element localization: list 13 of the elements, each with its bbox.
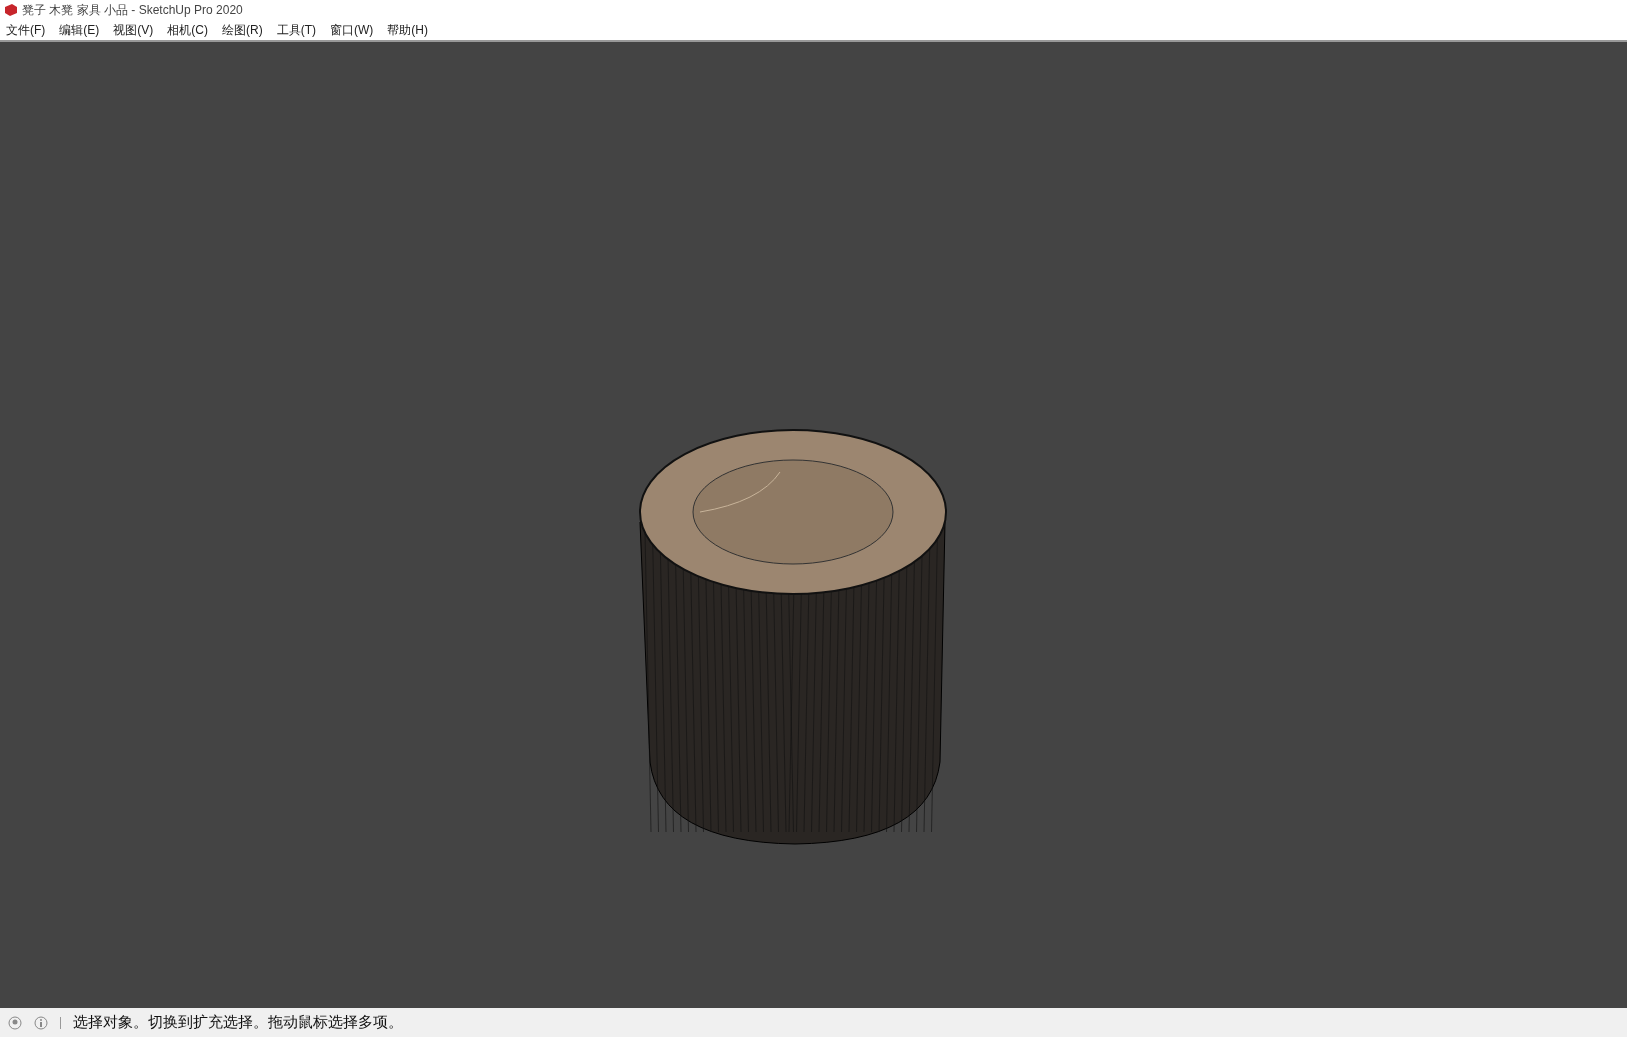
menu-item[interactable]: 编辑(E) [59, 21, 100, 39]
menu-item[interactable]: 窗口(W) [330, 21, 374, 39]
menu-item[interactable]: 帮助(H) [387, 21, 428, 39]
window-title: 凳子 木凳 家具 小品 - SketchUp Pro 2020 [22, 2, 243, 19]
menu-item[interactable]: 文件(F) [6, 21, 46, 39]
menu-item[interactable]: 相机(C) [167, 21, 208, 39]
menu-item[interactable]: 绘图(R) [222, 21, 263, 39]
geolocation-icon[interactable] [8, 1015, 22, 1030]
menu-item[interactable]: 工具(T) [276, 21, 316, 39]
status-message: 选择对象。切换到扩充选择。拖动鼠标选择多项。 [73, 1012, 403, 1033]
app-logo-icon [4, 3, 18, 17]
menu-item[interactable]: 视图(V) [113, 21, 154, 39]
info-icon[interactable] [34, 1015, 48, 1030]
